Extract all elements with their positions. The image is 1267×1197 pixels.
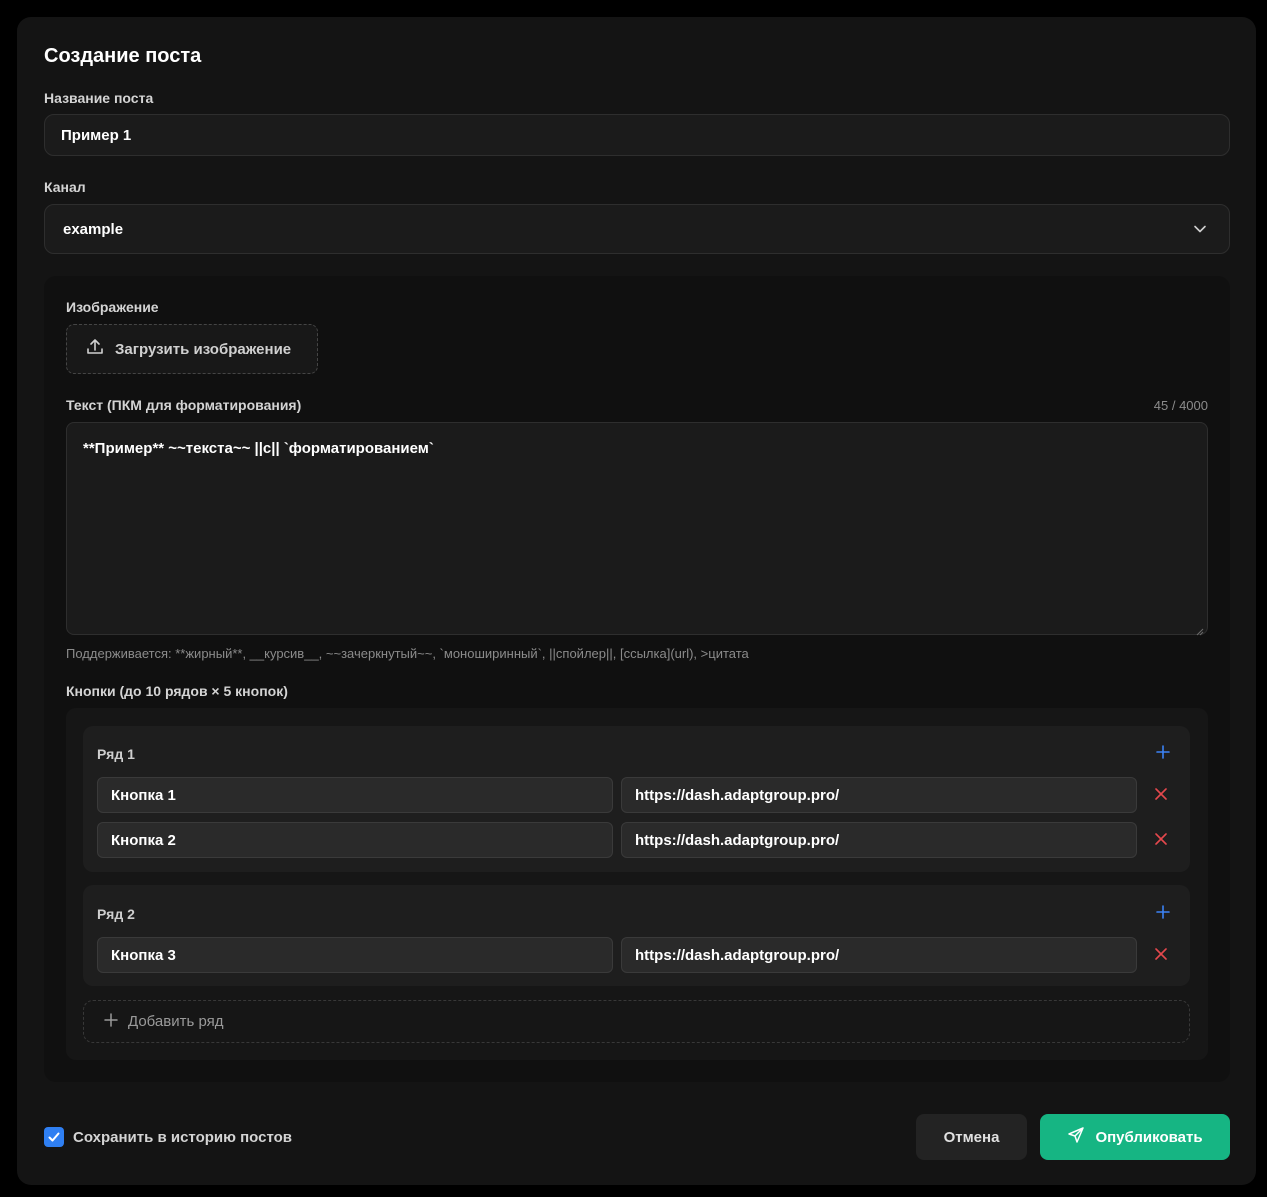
post-name-input[interactable]: Пример 1 — [44, 114, 1230, 156]
cancel-button[interactable]: Отмена — [916, 1114, 1027, 1160]
row-title: Ряд 1 — [97, 746, 135, 762]
chevron-down-icon — [1193, 222, 1207, 240]
add-row-button[interactable]: Добавить ряд — [83, 1000, 1190, 1043]
save-history-label: Сохранить в историю постов — [73, 1128, 293, 1146]
cancel-label: Отмена — [943, 1128, 1000, 1146]
button-name-input[interactable]: Кнопка 1 — [97, 777, 613, 813]
char-counter: 45 / 4000 — [1153, 398, 1208, 413]
button-name-value: Кнопка 3 — [111, 946, 176, 964]
button-url-value: https://dash.adaptgroup.pro/ — [635, 946, 840, 964]
dialog-title: Создание поста — [44, 45, 202, 67]
plus-icon[interactable] — [1154, 903, 1172, 921]
close-icon[interactable] — [1151, 829, 1171, 849]
post-text-area[interactable]: **Пример** ~~текста~~ ||с|| `форматирова… — [66, 422, 1208, 636]
publish-button[interactable]: Опубликовать — [1040, 1114, 1230, 1160]
send-icon — [1067, 1126, 1085, 1148]
button-name-input[interactable]: Кнопка 2 — [97, 822, 613, 858]
upload-button-label: Загрузить изображение — [115, 340, 292, 358]
channel-value: example — [63, 220, 124, 238]
text-label: Текст (ПКМ для форматирования) — [66, 397, 302, 413]
upload-icon — [85, 337, 105, 361]
post-name-value: Пример 1 — [61, 126, 132, 144]
channel-select[interactable]: example — [44, 204, 1230, 254]
create-post-dialog: Создание поста Название поста Пример 1 К… — [17, 17, 1256, 1185]
image-label: Изображение — [66, 299, 159, 315]
format-hint: Поддерживается: **жирный**, __курсив__, … — [66, 646, 749, 661]
buttons-label: Кнопки (до 10 рядов × 5 кнопок) — [66, 683, 288, 699]
button-url-input[interactable]: https://dash.adaptgroup.pro/ — [621, 822, 1137, 858]
button-name-input[interactable]: Кнопка 3 — [97, 937, 613, 973]
button-url-input[interactable]: https://dash.adaptgroup.pro/ — [621, 777, 1137, 813]
plus-icon[interactable] — [1154, 743, 1172, 761]
close-icon[interactable] — [1151, 944, 1171, 964]
post-text-value: **Пример** ~~текста~~ ||с|| `форматирова… — [83, 440, 434, 457]
post-name-label: Название поста — [44, 90, 154, 106]
button-url-value: https://dash.adaptgroup.pro/ — [635, 831, 840, 849]
upload-image-button[interactable]: Загрузить изображение — [66, 324, 318, 374]
button-url-value: https://dash.adaptgroup.pro/ — [635, 786, 840, 804]
channel-label: Канал — [44, 179, 86, 195]
button-row: Ряд 1 Кнопка 1 https://dash.adaptgroup.p… — [83, 726, 1190, 872]
publish-label: Опубликовать — [1095, 1128, 1203, 1146]
button-url-input[interactable]: https://dash.adaptgroup.pro/ — [621, 937, 1137, 973]
row-title: Ряд 2 — [97, 906, 135, 922]
close-icon[interactable] — [1151, 784, 1171, 804]
button-row: Ряд 2 Кнопка 3 https://dash.adaptgroup.p… — [83, 885, 1190, 986]
check-icon[interactable] — [44, 1127, 64, 1147]
buttons-editor: Ряд 1 Кнопка 1 https://dash.adaptgroup.p… — [66, 708, 1208, 1060]
post-content-card: Изображение Загрузить изображение Текст … — [44, 276, 1230, 1082]
add-row-label: Добавить ряд — [128, 1013, 224, 1030]
button-name-value: Кнопка 2 — [111, 831, 176, 849]
resize-grip-icon[interactable] — [1196, 623, 1204, 636]
button-name-value: Кнопка 1 — [111, 786, 176, 804]
save-history-checkbox[interactable]: Сохранить в историю постов — [44, 1127, 292, 1147]
plus-icon — [104, 1012, 118, 1031]
